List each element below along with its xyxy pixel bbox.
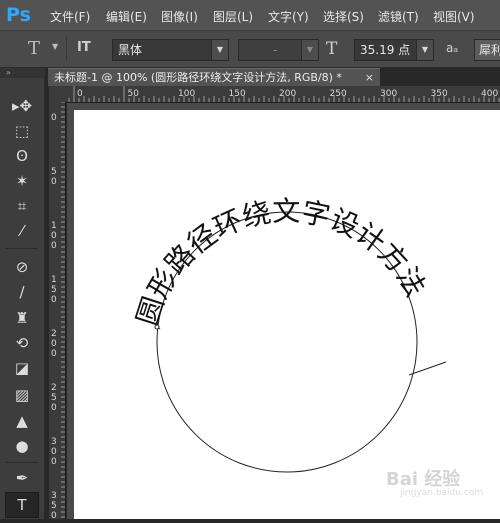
lasso-tool-icon[interactable]: ʘ: [6, 144, 38, 168]
ruler-label: 350: [431, 89, 448, 99]
chevron-down-icon: ▼: [301, 40, 318, 60]
separator: [6, 462, 38, 463]
chevron-down-icon: ▼: [211, 40, 228, 60]
menu-filter[interactable]: 滤镜(T): [378, 8, 419, 25]
ruler-label: 0: [51, 231, 57, 241]
font-style-value: -: [273, 43, 278, 57]
preset-arrow-icon[interactable]: ▼: [52, 42, 58, 51]
ruler-label: 5: [51, 393, 57, 403]
ruler-label: 2: [51, 383, 57, 393]
path-anchor-point[interactable]: [154, 324, 160, 330]
ruler-label: 0: [51, 511, 57, 519]
menu-image[interactable]: 图像(I): [161, 8, 198, 25]
crop-tool-icon[interactable]: ⌗: [6, 194, 38, 218]
ruler-label: 5: [51, 285, 57, 295]
ruler-label: 100: [178, 89, 195, 99]
ruler-label: 1: [51, 221, 57, 231]
history-brush-tool-icon[interactable]: ⟲: [6, 331, 38, 355]
canvas-artwork: 圆形路径环绕文字设计方法: [130, 195, 447, 473]
path-text[interactable]: 圆形路径环绕文字设计方法: [130, 195, 432, 330]
type-tool-icon[interactable]: T: [5, 492, 39, 518]
chevron-down-icon: ▼: [416, 40, 433, 60]
ruler-ticks-horizontal: 0 50 100 150 200 250 300 350 400: [68, 86, 500, 102]
vertical-ruler[interactable]: 050100150200250300350: [49, 101, 66, 521]
menu-select[interactable]: 选择(S): [323, 8, 364, 25]
pen-tool-icon[interactable]: ✒: [6, 466, 38, 490]
document-tab[interactable]: 未标题-1 @ 100% (圆形路径环绕文字设计方法, RGB/8) * ×: [48, 68, 380, 86]
ruler-label: 400: [481, 89, 498, 99]
ruler-label: 0: [51, 241, 57, 251]
font-size-value: 35.19 点: [360, 43, 411, 57]
ruler-label: 0: [51, 349, 57, 359]
horizontal-ruler[interactable]: 0 50 100 150 200 250 300 350 400: [67, 86, 500, 103]
document-canvas[interactable]: 圆形路径环绕文字设计方法: [74, 110, 500, 519]
ruler-ticks-vertical: 050100150200250300350: [51, 101, 65, 521]
ruler-label: 250: [330, 89, 347, 99]
options-bar: T ▼ IT 黑体 ▼ - ▼ T 35.19 点 ▼ aₐ 犀利: [0, 31, 500, 68]
ruler-label: 3: [51, 437, 57, 447]
ruler-corner: [49, 86, 68, 103]
separator: [6, 248, 38, 249]
menu-bar: Ps 文件(F) 编辑(E) 图像(I) 图层(L) 文字(Y) 选择(S) 滤…: [0, 0, 500, 31]
magic-wand-tool-icon[interactable]: ✶: [6, 169, 38, 193]
dodge-tool-icon[interactable]: ●: [6, 434, 38, 458]
document-tab-title: 未标题-1 @ 100% (圆形路径环绕文字设计方法, RGB/8) *: [54, 71, 342, 84]
ruler-label: 0: [51, 113, 57, 123]
ruler-label: 0: [51, 447, 57, 457]
path-text-content: 圆形路径环绕文字设计方法: [130, 195, 432, 330]
watermark-url: jingyan.baidu.com: [400, 488, 484, 498]
font-family-select[interactable]: 黑体 ▼: [112, 39, 229, 61]
clone-stamp-tool-icon[interactable]: ♜: [6, 306, 38, 330]
healing-brush-tool-icon[interactable]: ⊘: [6, 255, 38, 279]
blur-tool-icon[interactable]: ▲: [6, 409, 38, 433]
ruler-label: 50: [128, 89, 140, 99]
menu-edit[interactable]: 编辑(E): [106, 8, 147, 25]
brush-tool-icon[interactable]: /: [6, 280, 38, 304]
ruler-label: 5: [51, 167, 57, 177]
ruler-label: 0: [51, 403, 57, 413]
ruler-label: 0: [51, 177, 57, 187]
menu-view[interactable]: 视图(V): [433, 8, 475, 25]
font-size-icon: T: [326, 39, 338, 59]
ruler-label: 0: [51, 457, 57, 467]
panel-collapse-icon[interactable]: »: [0, 68, 50, 78]
separator: [66, 37, 67, 61]
ruler-label: 300: [380, 89, 397, 99]
text-orientation-icon[interactable]: IT: [77, 40, 91, 55]
ruler-label: 1: [51, 275, 57, 285]
ruler-label: 2: [51, 329, 57, 339]
marquee-tool-icon[interactable]: ⬚: [6, 119, 38, 143]
close-icon[interactable]: ×: [365, 69, 374, 87]
font-style-select[interactable]: - ▼: [238, 39, 319, 61]
ruler-label: 150: [229, 89, 246, 99]
tools-panel: » ▸✥ ⬚ ʘ ✶ ⌗ ⁄ ⊘ / ♜ ⟲ ◪ ▨ ▲ ● ✒ T: [0, 68, 50, 519]
eyedropper-tool-icon[interactable]: ⁄: [6, 219, 38, 243]
menu-layer[interactable]: 图层(L): [213, 8, 253, 25]
ruler-label: 5: [51, 501, 57, 511]
ruler-label: 200: [279, 89, 296, 99]
type-tool-preset-icon[interactable]: T: [28, 38, 40, 59]
menu-type[interactable]: 文字(Y): [268, 8, 309, 25]
menu-file[interactable]: 文件(F): [50, 8, 90, 25]
antialias-select[interactable]: 犀利: [474, 39, 500, 61]
document-tab-bar: 未标题-1 @ 100% (圆形路径环绕文字设计方法, RGB/8) * ×: [45, 68, 500, 86]
move-tool-icon[interactable]: ▸✥: [6, 94, 38, 118]
font-size-select[interactable]: 35.19 点 ▼: [354, 39, 434, 61]
ruler-label: 0: [51, 339, 57, 349]
font-family-value: 黑体: [118, 43, 143, 57]
ruler-label: 0: [77, 89, 83, 99]
ruler-label: 3: [51, 491, 57, 501]
eraser-tool-icon[interactable]: ◪: [6, 356, 38, 380]
ruler-label: 0: [51, 295, 57, 305]
gradient-tool-icon[interactable]: ▨: [6, 383, 38, 407]
antialias-icon: aₐ: [446, 41, 459, 55]
photoshop-logo-icon: Ps: [6, 4, 31, 26]
